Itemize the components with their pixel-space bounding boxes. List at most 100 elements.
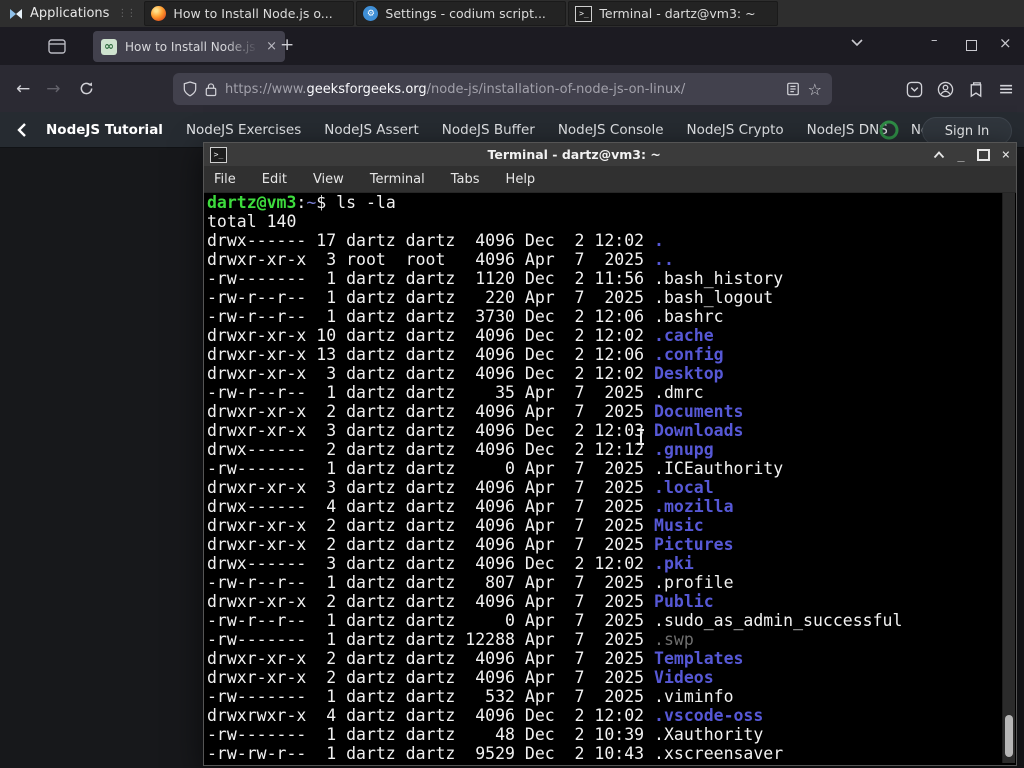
- browser-tab-active[interactable]: ∞ How to Install Node.js on ×: [93, 31, 285, 62]
- applications-label: Applications: [30, 6, 110, 21]
- url-text: https://www.geeksforgeeks.org/node-js/in…: [225, 82, 778, 97]
- tracking-shield-icon[interactable]: [183, 81, 197, 97]
- terminal-output-line: -rw-r--r-- 1 dartz dartz 0 Apr 7 2025 .s…: [207, 611, 903, 630]
- terminal-title: Terminal - dartz@vm3: ~: [487, 147, 661, 162]
- terminal-scrollbar[interactable]: [1002, 193, 1015, 763]
- firefox-view-button[interactable]: [42, 34, 72, 58]
- terminal-window: >_ Terminal - dartz@vm3: ~ _ × File Edit…: [203, 142, 1017, 766]
- menu-file[interactable]: File: [214, 172, 236, 187]
- list-all-tabs-button[interactable]: [850, 38, 864, 47]
- sign-in-button[interactable]: Sign In: [922, 117, 1012, 145]
- menu-terminal[interactable]: Terminal: [370, 172, 425, 187]
- sitenav-item-crypto[interactable]: NodeJS Crypto: [687, 122, 784, 138]
- terminal-output-line: drwxr-xr-x 2 dartz dartz 4096 Apr 7 2025…: [207, 649, 744, 668]
- terminal-output-line: drwx------ 3 dartz dartz 4096 Dec 2 12:0…: [207, 554, 694, 573]
- terminal-maximize-button[interactable]: [976, 148, 990, 161]
- bookmark-star-icon[interactable]: ☆: [808, 80, 822, 99]
- terminal-close-button[interactable]: ×: [1002, 147, 1010, 163]
- reload-button[interactable]: [79, 81, 94, 96]
- back-button[interactable]: ←: [16, 79, 30, 99]
- taskbar-item-firefox[interactable]: How to Install Node.js o...: [144, 1, 355, 26]
- taskbar-item-label: How to Install Node.js o...: [173, 6, 333, 21]
- terminal-output-line: -rw-r--r-- 1 dartz dartz 3730 Dec 2 12:0…: [207, 307, 724, 326]
- terminal-menubar: File Edit View Terminal Tabs Help: [204, 166, 1016, 193]
- terminal-scrollbar-thumb[interactable]: [1005, 715, 1013, 757]
- browser-close-button[interactable]: ×: [999, 34, 1012, 52]
- pocket-icon[interactable]: [906, 81, 923, 98]
- terminal-output-line: drwxr-xr-x 2 dartz dartz 4096 Apr 7 2025…: [207, 592, 714, 611]
- new-tab-button[interactable]: +: [280, 35, 294, 55]
- toolbar-right-icons: ≡: [906, 73, 1014, 105]
- url-scheme: https://www.: [225, 81, 307, 97]
- reload-icon: [80, 82, 92, 95]
- sitenav-item-buffer[interactable]: NodeJS Buffer: [442, 122, 535, 138]
- menu-tabs[interactable]: Tabs: [451, 172, 480, 187]
- sitenav-item-tutorial[interactable]: NodeJS Tutorial: [46, 122, 163, 138]
- sitenav-item-assert[interactable]: NodeJS Assert: [324, 122, 419, 138]
- terminal-output-line: -rw-r--r-- 1 dartz dartz 35 Apr 7 2025 .…: [207, 383, 704, 402]
- url-bar[interactable]: https://www.geeksforgeeks.org/node-js/in…: [173, 73, 832, 105]
- tab-close-button[interactable]: ×: [266, 39, 277, 54]
- top-panel: Applications ⋮⋮ How to Install Node.js o…: [0, 0, 1024, 27]
- terminal-output-line: -rw------- 1 dartz dartz 0 Apr 7 2025 .I…: [207, 459, 784, 478]
- terminal-output-line: drwxr-xr-x 3 root root 4096 Apr 7 2025 .…: [207, 250, 674, 269]
- url-domain: geeksforgeeks.org: [306, 81, 427, 97]
- terminal-shade-icon[interactable]: [933, 150, 945, 159]
- terminal-output-line: -rw------- 1 dartz dartz 48 Dec 2 10:39 …: [207, 725, 764, 744]
- terminal-output-line: -rw------- 1 dartz dartz 532 Apr 7 2025 …: [207, 687, 734, 706]
- terminal-icon: >_: [575, 5, 593, 22]
- panel-grip: ⋮⋮: [117, 8, 136, 19]
- terminal-titlebar[interactable]: >_ Terminal - dartz@vm3: ~ _ ×: [204, 143, 1016, 166]
- lock-icon[interactable]: [205, 82, 217, 97]
- terminal-output[interactable]: dartz@vm3:~$ ls -la total 140 drwx------ 1…: [205, 193, 1003, 763]
- terminal-output-line: drwx------ 2 dartz dartz 4096 Dec 2 12:1…: [207, 440, 714, 459]
- url-path: /node-js/installation-of-node-js-on-linu…: [426, 81, 686, 97]
- terminal-window-icon: >_: [210, 146, 227, 163]
- nav-scroll-left-icon[interactable]: [12, 122, 32, 138]
- terminal-output-line: drwxr-xr-x 2 dartz dartz 4096 Apr 7 2025…: [207, 516, 704, 535]
- browser-maximize-button[interactable]: [966, 40, 977, 51]
- terminal-output-line: -rw------- 1 dartz dartz 12288 Apr 7 202…: [207, 630, 694, 649]
- terminal-output-line: drwx------ 4 dartz dartz 4096 Apr 7 2025…: [207, 497, 734, 516]
- mouse-cursor-ibeam: [636, 429, 645, 445]
- menu-view[interactable]: View: [313, 172, 344, 187]
- chevron-down-icon: [851, 39, 863, 47]
- menu-edit[interactable]: Edit: [262, 172, 287, 187]
- terminal-output-line: drwxr-xr-x 13 dartz dartz 4096 Dec 2 12:…: [207, 345, 724, 364]
- menu-icon[interactable]: ≡: [998, 79, 1014, 98]
- terminal-output-line: drwxr-xr-x 2 dartz dartz 4096 Apr 7 2025…: [207, 668, 714, 687]
- applications-menu-button[interactable]: Applications ⋮⋮: [0, 0, 143, 27]
- terminal-output-line: -rw-r--r-- 1 dartz dartz 220 Apr 7 2025 …: [207, 288, 774, 307]
- terminal-output-line: -rw------- 1 dartz dartz 1120 Dec 2 11:5…: [207, 269, 784, 288]
- sitenav-item-dns[interactable]: NodeJS DNS: [807, 122, 888, 138]
- sitenav-item-console[interactable]: NodeJS Console: [558, 122, 664, 138]
- search-icon[interactable]: [878, 119, 900, 141]
- tab-title: How to Install Node.js on: [125, 39, 258, 54]
- geeksforgeeks-favicon: ∞: [101, 38, 117, 55]
- terminal-output-line: -rw-rw-r-- 1 dartz dartz 9529 Dec 2 10:4…: [207, 744, 784, 763]
- terminal-output-line: drwxrwxr-x 4 dartz dartz 4096 Dec 2 12:0…: [207, 706, 764, 725]
- terminal-output-line: drwxr-xr-x 3 dartz dartz 4096 Apr 7 2025…: [207, 478, 714, 497]
- browser-minimize-button[interactable]: –: [931, 33, 938, 48]
- firefox-view-icon: [48, 38, 66, 54]
- sitenav-item-exercises[interactable]: NodeJS Exercises: [186, 122, 301, 138]
- terminal-output-line: drwxr-xr-x 3 dartz dartz 4096 Dec 2 12:0…: [207, 364, 724, 383]
- account-icon[interactable]: [937, 81, 954, 98]
- taskbar-item-codium-settings[interactable]: ⚙ Settings - codium script...: [356, 1, 567, 26]
- forward-button[interactable]: →: [46, 79, 60, 99]
- extensions-icon[interactable]: [968, 81, 984, 98]
- terminal-output-line: drwx------ 17 dartz dartz 4096 Dec 2 12:…: [207, 231, 664, 250]
- terminal-output-line: drwxr-xr-x 2 dartz dartz 4096 Apr 7 2025…: [207, 535, 734, 554]
- terminal-output-line: drwxr-xr-x 3 dartz dartz 4096 Dec 2 12:0…: [207, 421, 744, 440]
- menu-help[interactable]: Help: [506, 172, 536, 187]
- desktop: Applications ⋮⋮ How to Install Node.js o…: [0, 0, 1024, 768]
- taskbar-item-label: Settings - codium script...: [385, 6, 546, 21]
- terminal-minimize-button[interactable]: _: [957, 148, 964, 162]
- firefox-icon: [151, 6, 167, 21]
- taskbar-item-label: Terminal - dartz@vm3: ~: [599, 6, 756, 21]
- terminal-output-line: drwxr-xr-x 2 dartz dartz 4096 Apr 7 2025…: [207, 402, 744, 421]
- codium-icon: ⚙: [363, 6, 379, 21]
- taskbar-item-terminal[interactable]: >_ Terminal - dartz@vm3: ~: [568, 1, 779, 26]
- terminal-prompt-line: dartz@vm3:~$ ls -la: [207, 193, 396, 212]
- reader-view-icon[interactable]: [786, 82, 800, 96]
